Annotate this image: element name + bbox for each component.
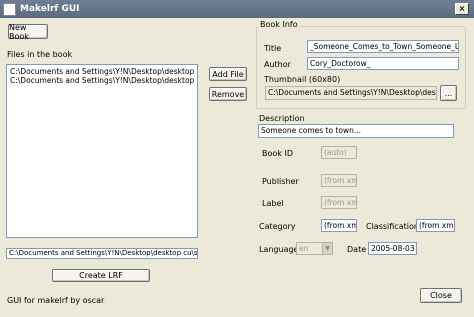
author-field[interactable]: Cory_Doctorow_: [307, 57, 459, 70]
thumbnail-label: Thumbnail (60x80): [264, 75, 341, 84]
date-label: Date: [347, 245, 367, 254]
add-file-button[interactable]: Add File: [209, 67, 247, 81]
category-label: Category: [259, 222, 296, 231]
publisher-field[interactable]: (from xml): [321, 174, 357, 187]
list-item[interactable]: C:\Documents and Settings\Y!N\Desktop\de…: [10, 76, 197, 85]
book-id-label: Book ID: [262, 149, 293, 158]
list-item[interactable]: C:\Documents and Settings\Y!N\Desktop\de…: [10, 67, 197, 76]
create-lrf-button[interactable]: Create LRF: [52, 269, 150, 282]
files-in-book-label: Files in the book: [7, 50, 73, 59]
window-title: Makelrf GUI: [20, 4, 80, 14]
footer-credit: GUI for makelrf by oscar: [7, 296, 105, 305]
title-label: Title: [264, 44, 282, 53]
classification-label: Classification: [366, 222, 419, 231]
browse-thumbnail-button[interactable]: ...: [440, 85, 457, 101]
app-icon: [3, 2, 16, 16]
label-field[interactable]: (from xml): [321, 196, 357, 209]
language-label: Language: [259, 245, 299, 254]
classification-field[interactable]: (from xml): [416, 219, 455, 232]
book-id-field[interactable]: (auto): [321, 146, 357, 159]
remove-button[interactable]: Remove: [209, 87, 247, 101]
title-bar: Makelrf GUI: [0, 0, 474, 18]
language-value: en: [299, 244, 309, 253]
close-window-button[interactable]: ×: [455, 3, 469, 15]
new-book-button[interactable]: New Book: [8, 23, 48, 41]
files-list[interactable]: C:\Documents and Settings\Y!N\Desktop\de…: [6, 64, 198, 238]
author-label: Author: [264, 60, 291, 69]
publisher-label: Publisher: [262, 177, 299, 186]
description-field[interactable]: Someone comes to town...: [258, 124, 454, 138]
description-label: Description: [259, 114, 305, 123]
output-path-field[interactable]: C:\Documents and Settings\Y!N\Desktop\de…: [6, 248, 198, 259]
language-select[interactable]: en ▼: [296, 242, 333, 255]
chevron-down-icon: ▼: [322, 243, 332, 254]
category-field[interactable]: (from xml): [321, 219, 357, 232]
date-field[interactable]: 2005-08-03: [368, 242, 417, 255]
close-button[interactable]: Close: [420, 288, 462, 303]
title-field[interactable]: _Someone_Comes_to_Town_Someone_Leaves: [307, 40, 459, 53]
book-info-label: Book Info: [258, 20, 300, 29]
thumbnail-path-field[interactable]: C:\Documents and Settings\Y!N\Desktop\de…: [265, 86, 437, 100]
label-label: Label: [262, 199, 284, 208]
